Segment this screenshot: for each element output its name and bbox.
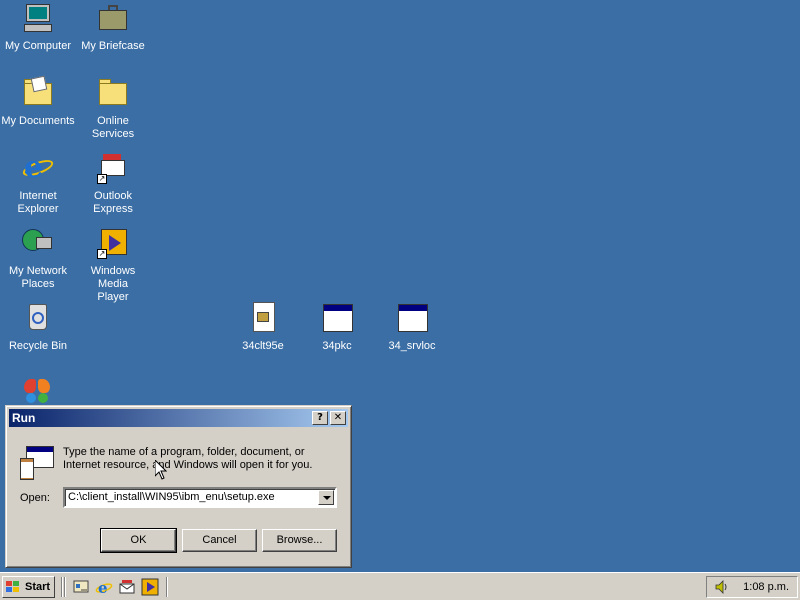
recycle-bin-icon [22, 302, 54, 334]
outlook-express-icon: ↗ [97, 152, 129, 184]
desktop-icon-my-briefcase[interactable]: My Briefcase [75, 2, 151, 53]
cancel-button[interactable]: Cancel [182, 529, 257, 552]
taskbar-separator [61, 577, 63, 597]
dialog-titlebar[interactable]: Run ? ✕ [9, 409, 348, 427]
network-places-icon [22, 227, 54, 259]
desktop-icon-label: Outlook Express [93, 190, 133, 215]
desktop-icon-outlook-express[interactable]: ↗ Outlook Express [75, 152, 151, 216]
desktop-icon-my-computer[interactable]: My Computer [0, 2, 76, 53]
desktop-icon-internet-explorer[interactable]: e Internet Explorer [0, 152, 76, 216]
chevron-down-icon[interactable] [318, 490, 334, 505]
desktop-icon-label: My Computer [4, 40, 72, 52]
desktop-icon-recycle-bin[interactable]: Recycle Bin [0, 302, 76, 353]
desktop-icon-label: Recycle Bin [8, 340, 68, 352]
folder-icon [97, 77, 129, 109]
desktop-icon-34clt95e[interactable]: 34clt95e [225, 302, 301, 353]
media-player-icon[interactable] [141, 578, 159, 596]
run-icon [20, 446, 54, 482]
svg-text:e: e [98, 579, 108, 596]
taskbar: Start e 1:08 p.m. [0, 572, 800, 600]
system-tray: 1:08 p.m. [706, 576, 798, 598]
desktop-icon-label: My Briefcase [81, 40, 145, 52]
desktop-icon-my-network-places[interactable]: My Network Places [0, 227, 76, 291]
setup-file-icon [247, 302, 279, 334]
briefcase-icon [97, 2, 129, 34]
desktop-icon-windows-media-player[interactable]: ↗ Windows Media Player [75, 227, 151, 304]
internet-explorer-icon: e [20, 152, 56, 184]
desktop-icon-34-srvloc[interactable]: 34_srvloc [374, 302, 450, 353]
volume-icon[interactable] [715, 580, 729, 594]
desktop-icon-label: Internet Explorer [17, 190, 59, 215]
desktop-icon-label: My Network Places [8, 265, 68, 290]
taskbar-separator [64, 577, 66, 597]
desktop-icon-label: 34clt95e [242, 340, 284, 352]
start-button[interactable]: Start [2, 576, 55, 598]
internet-explorer-icon[interactable]: e [95, 578, 113, 597]
media-player-icon: ↗ [97, 227, 129, 259]
open-label: Open: [20, 492, 50, 504]
outlook-express-icon[interactable] [118, 578, 136, 596]
windows-logo-icon [6, 581, 21, 593]
help-button[interactable]: ? [312, 411, 328, 425]
desktop-icon-label: 34_srvloc [388, 340, 436, 352]
desktop-icon-online-services[interactable]: Online Services [75, 77, 151, 141]
show-desktop-icon[interactable] [72, 578, 90, 596]
dialog-title: Run [12, 411, 36, 425]
open-input[interactable]: C:\client_install\WIN95\ibm_enu\setup.ex… [68, 491, 275, 503]
application-icon [321, 302, 353, 334]
mouse-cursor-icon [155, 460, 167, 480]
application-icon [396, 302, 428, 334]
dialog-description: Type the name of a program, folder, docu… [63, 446, 313, 471]
clock[interactable]: 1:08 p.m. [743, 581, 789, 593]
desktop-icon-label: Online Services [91, 115, 135, 140]
documents-folder-icon [22, 75, 54, 109]
start-label: Start [25, 581, 51, 593]
computer-icon [22, 2, 54, 34]
desktop-icon-my-documents[interactable]: My Documents [0, 75, 76, 128]
taskbar-separator [166, 577, 168, 597]
desktop-icon-label: My Documents [1, 115, 75, 127]
desktop-icon-label: 34pkc [322, 340, 352, 352]
run-dialog: Run ? ✕ Type the name of a program, fold… [5, 405, 352, 568]
open-combobox[interactable]: C:\client_install\WIN95\ibm_enu\setup.ex… [63, 487, 337, 508]
browse-button[interactable]: Browse... [262, 529, 337, 552]
desktop-icon-34pkc[interactable]: 34pkc [299, 302, 375, 353]
close-button[interactable]: ✕ [330, 411, 346, 425]
desktop-icon-label: Windows Media Player [90, 265, 136, 303]
ok-button[interactable]: OK [100, 528, 177, 553]
